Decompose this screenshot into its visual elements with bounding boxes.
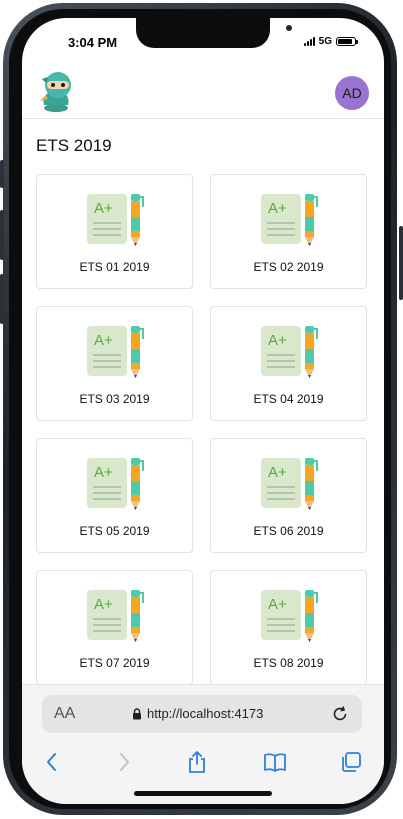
url-display[interactable]: http://localhost:4173 (132, 706, 263, 721)
status-time: 3:04 PM (68, 35, 118, 50)
test-card[interactable]: A+ ETS 06 2019 (210, 438, 367, 553)
address-bar[interactable]: AA http://localhost:4173 (42, 695, 362, 733)
text-size-button[interactable]: AA (54, 705, 75, 723)
svg-text:A+: A+ (94, 332, 113, 349)
svg-text:A+: A+ (268, 332, 287, 349)
forward-icon[interactable] (111, 749, 137, 775)
graded-paper-pencil-icon: A+ (87, 458, 144, 510)
browser-toolbar (22, 745, 384, 781)
status-indicators: 5G (303, 36, 358, 47)
url-text: http://localhost:4173 (147, 706, 264, 721)
front-camera (286, 25, 292, 31)
battery-level (338, 39, 353, 44)
test-card[interactable]: A+ ETS 08 2019 (210, 570, 367, 685)
home-indicator[interactable] (134, 791, 272, 796)
cellular-signal-icon (303, 37, 315, 46)
tabs-icon[interactable] (338, 749, 364, 775)
ninja-mascot-icon[interactable] (36, 71, 76, 113)
browser-chrome: AA http://localhost:4173 (22, 684, 384, 804)
share-icon[interactable] (184, 749, 210, 775)
svg-text:A+: A+ (268, 200, 287, 217)
phone-volume-down (0, 274, 4, 324)
phone-power-button (399, 226, 403, 300)
test-card[interactable]: A+ ETS 01 2019 (36, 174, 193, 289)
notch (136, 18, 292, 48)
bookmarks-icon[interactable] (262, 749, 288, 775)
app-header: AD (22, 68, 384, 119)
phone-screen: 3:04 PM 5G AD ETS 2019 A+ ETS 01 2019 A+… (22, 18, 384, 804)
lock-icon (133, 707, 141, 719)
graded-paper-pencil-icon: A+ (261, 194, 318, 246)
test-card-label: ETS 04 2019 (253, 392, 324, 406)
svg-text:A+: A+ (94, 464, 113, 481)
graded-paper-pencil-icon: A+ (261, 458, 318, 510)
graded-paper-pencil-icon: A+ (87, 326, 144, 378)
test-card[interactable]: A+ ETS 02 2019 (210, 174, 367, 289)
test-card[interactable]: A+ ETS 07 2019 (36, 570, 193, 685)
phone-silent-switch (0, 160, 4, 188)
test-card-label: ETS 06 2019 (253, 524, 324, 538)
reload-icon[interactable] (330, 704, 350, 724)
page-title: ETS 2019 (36, 136, 112, 155)
test-card[interactable]: A+ ETS 04 2019 (210, 306, 367, 421)
graded-paper-pencil-icon: A+ (261, 590, 318, 642)
text-size-label: AA (54, 705, 76, 722)
svg-text:A+: A+ (94, 200, 113, 217)
graded-paper-pencil-icon: A+ (87, 194, 144, 246)
back-icon[interactable] (39, 749, 65, 775)
graded-paper-pencil-icon: A+ (261, 326, 318, 378)
test-card-label: ETS 02 2019 (253, 260, 324, 274)
test-card-label: ETS 05 2019 (79, 524, 150, 538)
user-avatar[interactable]: AD (335, 76, 369, 110)
test-card-label: ETS 08 2019 (253, 656, 324, 670)
phone-volume-up (0, 210, 4, 260)
test-card-label: ETS 07 2019 (79, 656, 150, 670)
test-card[interactable]: A+ ETS 05 2019 (36, 438, 193, 553)
battery-icon (336, 37, 358, 46)
test-card[interactable]: A+ ETS 03 2019 (36, 306, 193, 421)
svg-text:A+: A+ (268, 464, 287, 481)
svg-text:A+: A+ (94, 596, 113, 613)
test-card-label: ETS 03 2019 (79, 392, 150, 406)
test-card-label: ETS 01 2019 (79, 260, 150, 274)
svg-text:A+: A+ (268, 596, 287, 613)
graded-paper-pencil-icon: A+ (87, 590, 144, 642)
network-type: 5G (318, 36, 332, 47)
